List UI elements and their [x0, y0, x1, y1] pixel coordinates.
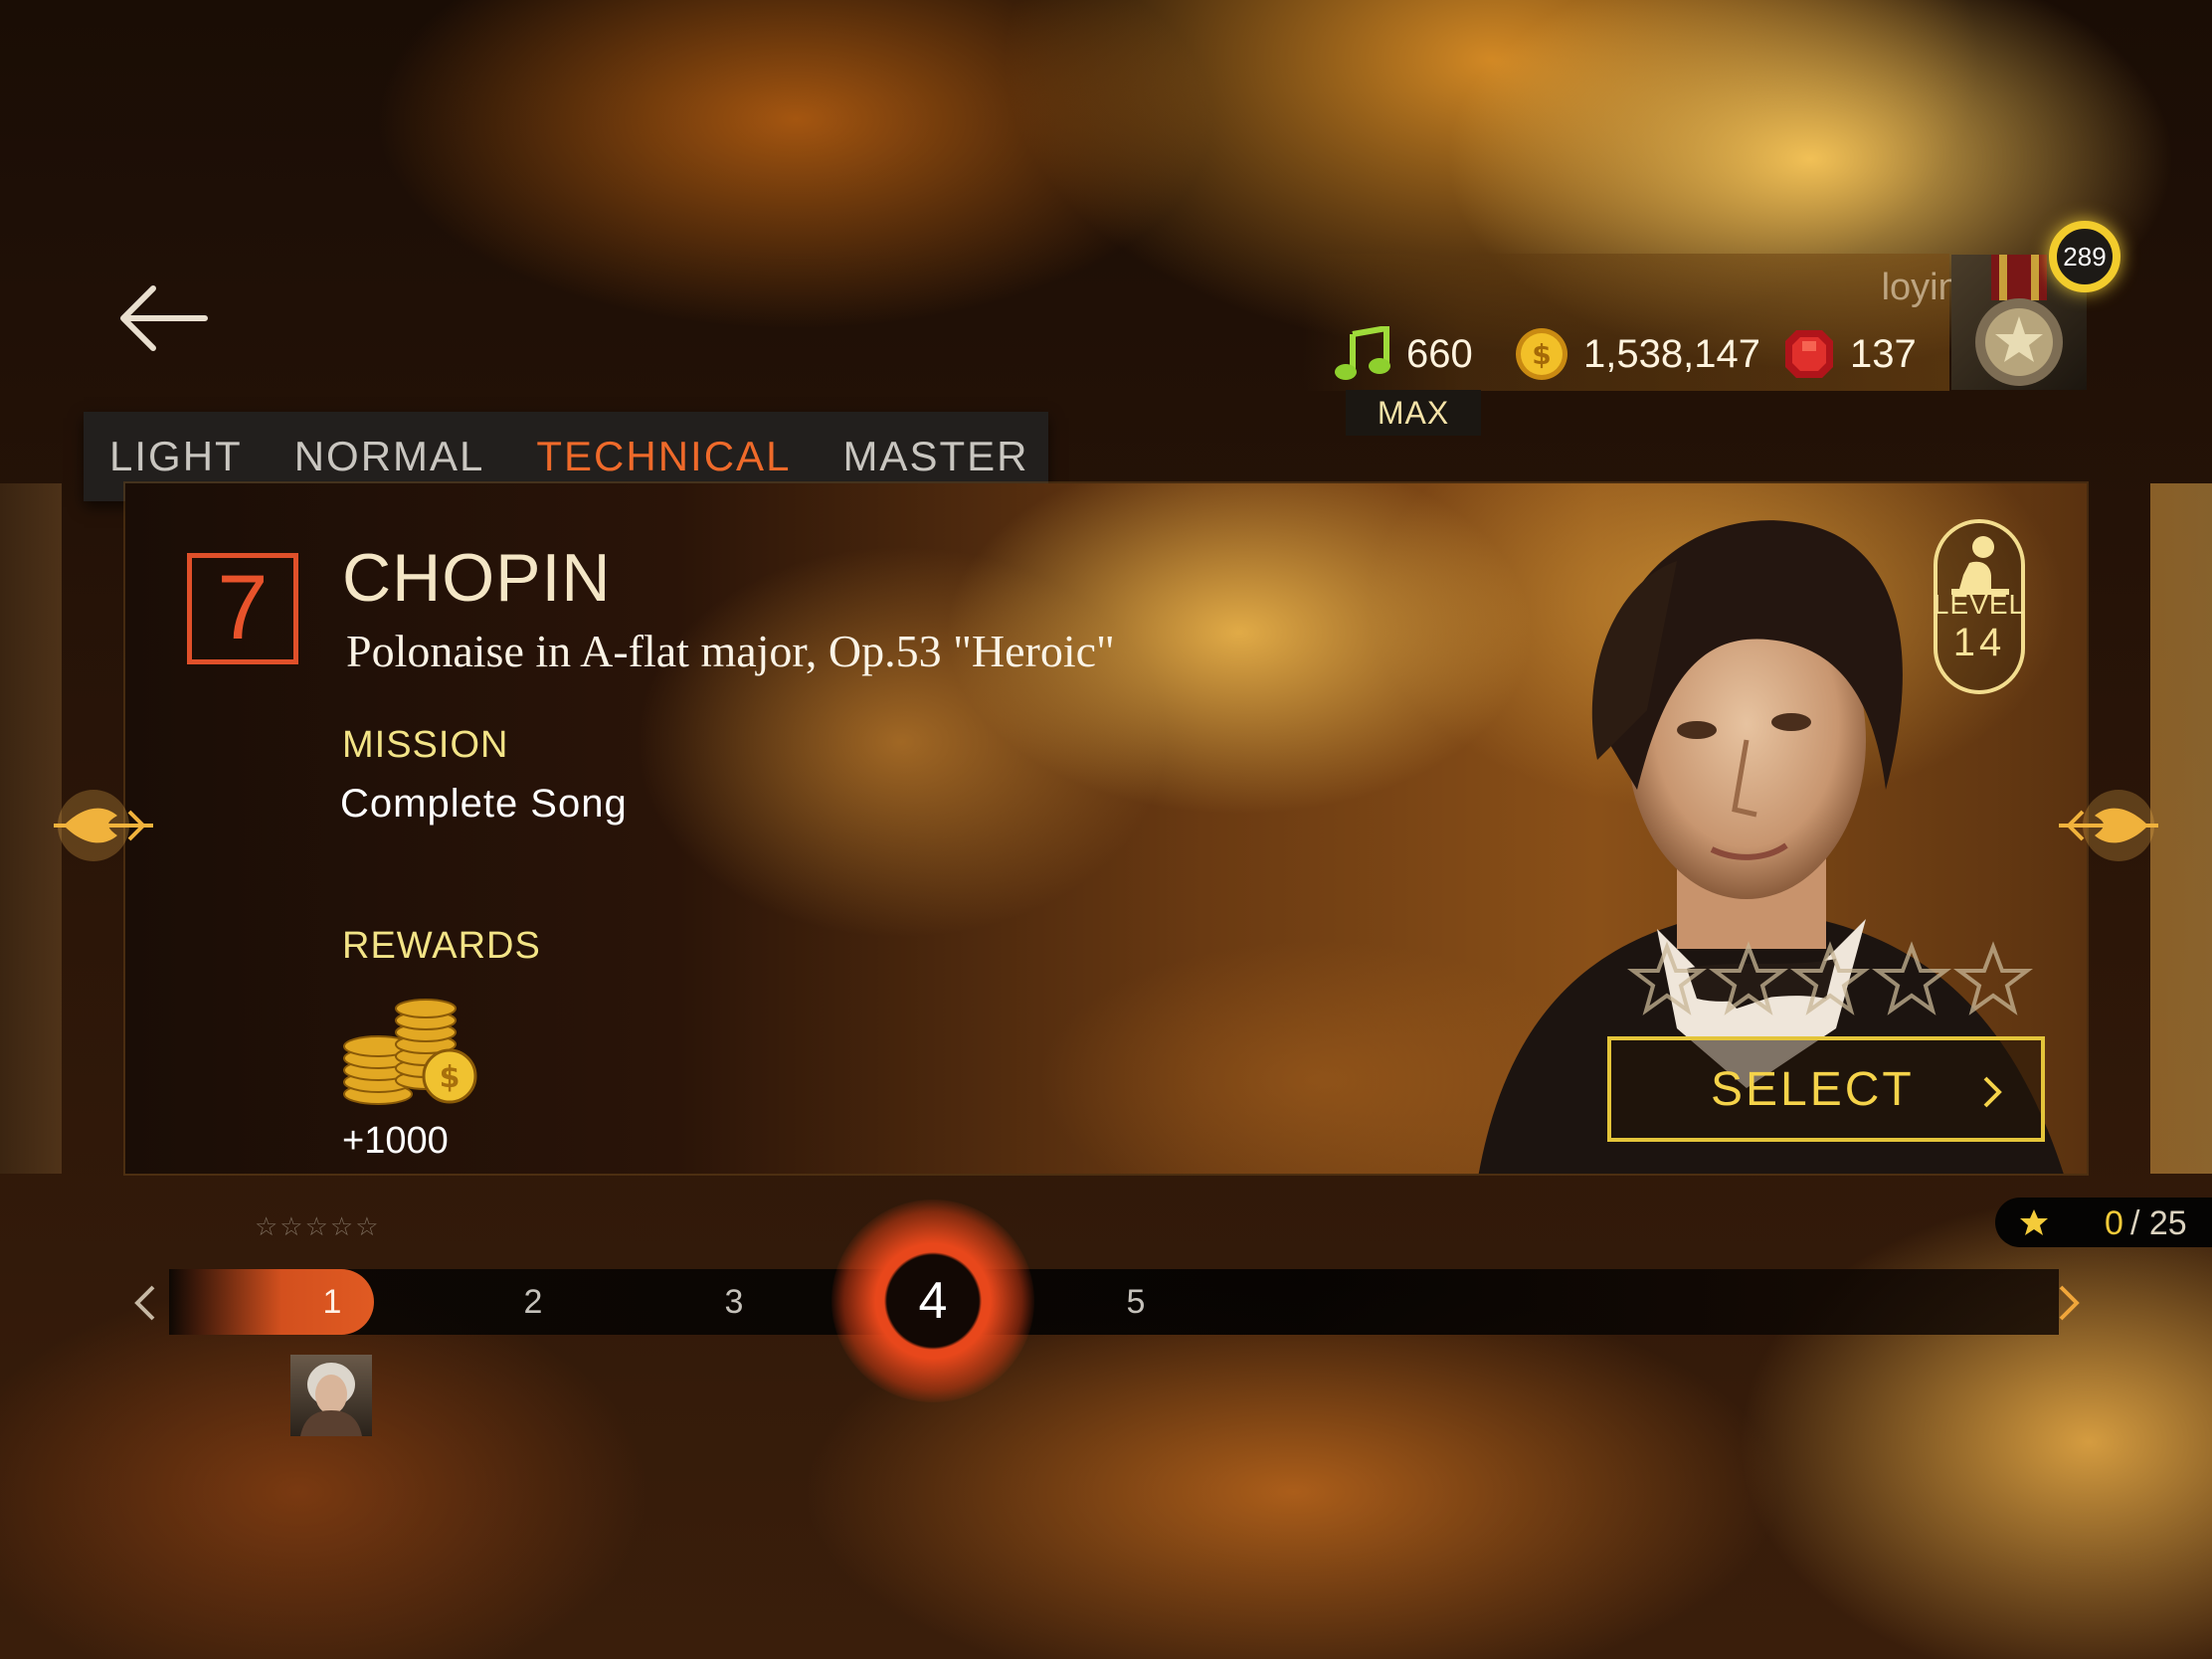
stars-collected: 0: [2105, 1204, 2123, 1242]
coin-stack-icon: $: [343, 999, 477, 1105]
star-empty-icon: [1953, 941, 2033, 1015]
star-icon: [2020, 1209, 2048, 1235]
star-empty-icon: [1790, 941, 1870, 1015]
ruby-icon: [1785, 330, 1833, 378]
select-button-label: SELECT: [1711, 1063, 1915, 1116]
gems-counter[interactable]: 137: [1782, 326, 1917, 382]
piece-title: Polonaise in A-flat major, Op.53 "Heroic…: [346, 626, 1115, 676]
stage-node[interactable]: 2: [493, 1269, 573, 1335]
ornament-left-icon[interactable]: [34, 786, 163, 865]
level-value: 14: [1952, 621, 2006, 664]
notes-counter[interactable]: 660: [1333, 326, 1473, 382]
chevron-right-icon[interactable]: [2047, 1281, 2087, 1325]
current-stage-label: 4: [918, 1272, 948, 1330]
star-empty-icon: [1709, 941, 1788, 1015]
tab-normal[interactable]: NORMAL: [269, 433, 511, 480]
star-empty-icon: [1872, 941, 1951, 1015]
notes-value: 660: [1406, 331, 1473, 376]
gems-value: 137: [1850, 331, 1917, 376]
svg-text:$: $: [440, 1060, 461, 1095]
stage-node[interactable]: 1: [292, 1269, 372, 1335]
stage-node[interactable]: 5: [1096, 1269, 1176, 1335]
song-select-screen: loyinche 660 MAX $ 1,538,147 137: [0, 0, 2212, 1659]
star-empty-icon: [1627, 941, 1707, 1015]
chevron-right-icon: [1983, 1076, 2002, 1108]
composer-thumbnail-icon: [300, 1363, 362, 1436]
back-button[interactable]: [117, 278, 209, 358]
level-label: LEVEL: [1933, 589, 2026, 620]
composer-name: CHOPIN: [342, 540, 612, 616]
coins-counter[interactable]: $ 1,538,147: [1514, 326, 1760, 382]
ornament-right-icon[interactable]: [2049, 786, 2178, 865]
player-level-badge: 289: [2049, 221, 2120, 292]
svg-text:$: $: [1532, 338, 1551, 371]
stage-composer-avatar: [290, 1355, 372, 1436]
mission-text: Complete Song: [340, 782, 628, 826]
song-stars: [1627, 941, 2033, 1015]
mission-label: MISSION: [342, 724, 509, 766]
notes-max-badge: MAX: [1346, 390, 1481, 436]
coins-value: 1,538,147: [1583, 331, 1760, 376]
tab-master[interactable]: MASTER: [817, 433, 1054, 480]
rewards-label: REWARDS: [342, 925, 541, 967]
coin-icon: $: [1516, 328, 1567, 380]
stage-node[interactable]: 3: [694, 1269, 774, 1335]
arrow-left-icon: [120, 285, 208, 351]
reward-amount: +1000: [342, 1120, 449, 1162]
tab-light[interactable]: LIGHT: [84, 433, 269, 480]
stars-total: / 25: [2130, 1204, 2187, 1242]
star-count-pill: 0 / 25: [1995, 1198, 2212, 1247]
music-note-icon: [1335, 326, 1390, 380]
stage-stars: ☆☆☆☆☆: [255, 1211, 381, 1241]
song-number-badge: 7: [187, 553, 298, 664]
chevron-left-icon[interactable]: [127, 1281, 167, 1325]
tab-technical[interactable]: TECHNICAL: [510, 433, 817, 480]
select-button[interactable]: SELECT: [1607, 1036, 2045, 1142]
song-card: 7 CHOPIN Polonaise in A-flat major, Op.5…: [125, 483, 2087, 1174]
